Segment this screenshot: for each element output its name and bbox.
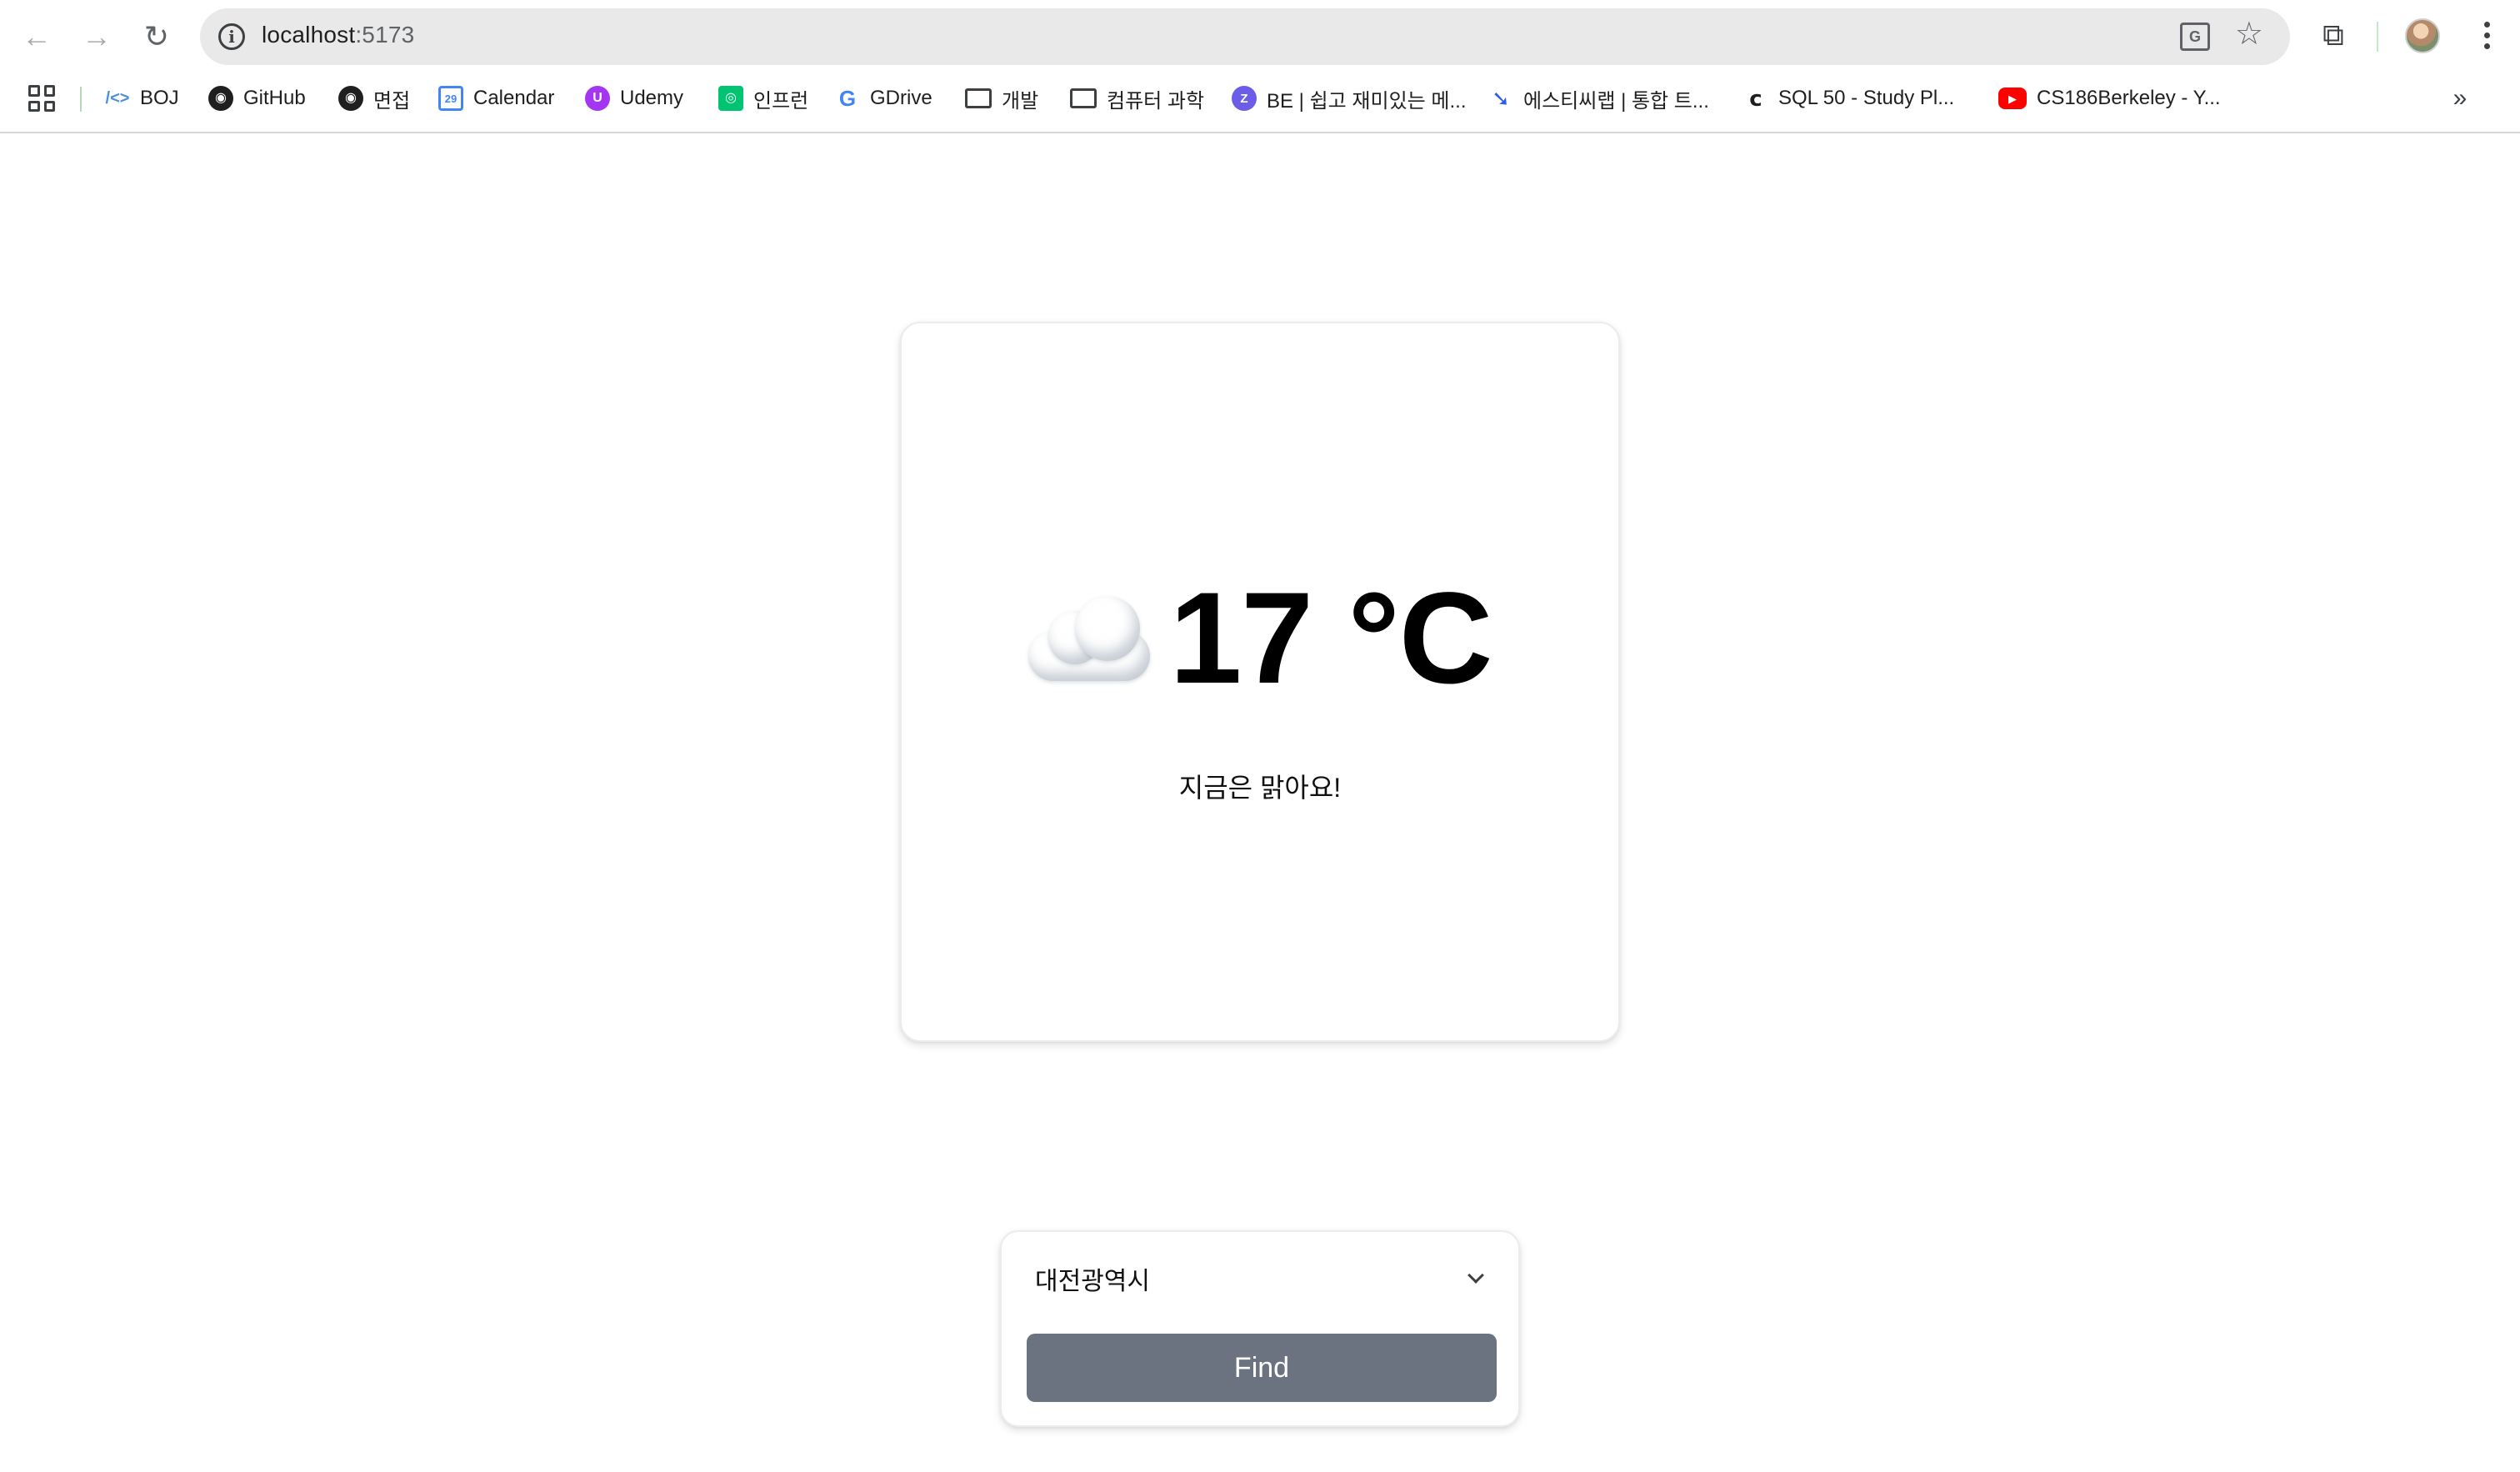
bookmark-label: Udemy: [620, 87, 684, 109]
site-info-icon[interactable]: i: [218, 23, 245, 50]
forward-button[interactable]: →: [77, 17, 117, 57]
url-host: localhost: [262, 22, 356, 48]
bookmark-label: BOJ: [140, 87, 179, 109]
bookmark-inflearn[interactable]: ◎ 인프런: [718, 82, 808, 115]
be-icon: Z: [1232, 86, 1257, 111]
browser-chrome: ← → ↻ i localhost:5173 G ☆ ⧉ /<> BOJ ◉ G…: [0, 0, 2520, 133]
cloud-icon: [1028, 593, 1150, 684]
udemy-icon: U: [585, 86, 610, 111]
bookmark-cs186[interactable]: ▶ CS186Berkeley - Y...: [1998, 82, 2221, 115]
bookmark-boj[interactable]: /<> BOJ: [105, 82, 179, 115]
back-button[interactable]: ←: [17, 17, 57, 57]
translate-icon[interactable]: G: [2180, 23, 2210, 51]
search-panel: 대전광역시 Find: [1000, 1230, 1520, 1427]
bookmark-label: GDrive: [870, 87, 932, 109]
temperature: 17 °C: [1169, 566, 1493, 711]
weather-card: 17 °C 지금은 맑아요!: [900, 322, 1620, 1042]
bookmark-label: BE | 쉽고 재미있는 메...: [1267, 89, 1467, 113]
bookmark-github[interactable]: ◉ GitHub: [208, 82, 306, 115]
bookmark-calendar[interactable]: 29 Calendar: [438, 82, 554, 115]
url-text[interactable]: localhost:5173: [262, 22, 414, 48]
selected-city: 대전광역시: [1035, 1268, 1150, 1295]
bookmark-interview[interactable]: ◉ 면접: [338, 82, 410, 115]
bookmark-label: GitHub: [243, 87, 306, 109]
extensions-icon[interactable]: ⧉: [2315, 17, 2352, 53]
leetcode-icon: ⅽ: [1749, 86, 1762, 111]
stclab-icon: ➘: [1492, 86, 1510, 111]
youtube-icon: ▶: [1998, 88, 2027, 109]
address-bar[interactable]: i localhost:5173 G ☆: [200, 8, 2290, 65]
folder-icon: [965, 88, 992, 108]
bookmark-label: 인프런: [753, 89, 809, 113]
bookmark-label: SQL 50 - Study Pl...: [1778, 87, 1955, 109]
github-icon: ◉: [338, 86, 363, 111]
bookmark-label: 컴퓨터 과학: [1107, 89, 1205, 113]
city-select[interactable]: 대전광역시: [1027, 1249, 1497, 1309]
calendar-icon: 29: [438, 86, 463, 111]
profile-avatar[interactable]: [2405, 18, 2440, 53]
bookmarks-divider: [80, 87, 82, 112]
browser-menu-icon[interactable]: [2470, 15, 2503, 55]
bookmark-label: Calendar: [473, 87, 555, 109]
weather-summary: 17 °C: [902, 573, 1618, 703]
google-icon: G: [838, 86, 857, 111]
bookmark-udemy[interactable]: U Udemy: [585, 82, 683, 115]
bookmark-gdrive[interactable]: G GDrive: [835, 82, 932, 115]
chevron-down-icon: [1468, 1267, 1484, 1284]
bookmark-be[interactable]: Z BE | 쉽고 재미있는 메...: [1232, 82, 1467, 115]
toolbar-divider: [2377, 22, 2378, 52]
bookmark-label: 에스티씨랩 | 통합 트...: [1523, 89, 1709, 113]
bookmark-star-icon[interactable]: ☆: [2235, 18, 2263, 50]
reload-button[interactable]: ↻: [137, 17, 177, 57]
url-port: :5173: [355, 22, 415, 48]
find-button[interactable]: Find: [1027, 1334, 1497, 1402]
bookmark-stclab[interactable]: ➘ 에스티씨랩 | 통합 트...: [1488, 82, 1709, 115]
bookmark-label: 면접: [373, 89, 411, 113]
bookmark-folder-dev[interactable]: 개발: [965, 82, 1038, 115]
more-bookmarks-icon[interactable]: »: [2443, 82, 2477, 115]
bookmark-label: CS186Berkeley - Y...: [2037, 87, 2221, 109]
folder-icon: [1070, 88, 1097, 108]
bookmarks-bar: /<> BOJ ◉ GitHub ◉ 면접 29 Calendar U Udem…: [0, 77, 2520, 120]
apps-grid-icon[interactable]: [28, 85, 55, 112]
bookmark-folder-cs[interactable]: 컴퓨터 과학: [1070, 82, 1204, 115]
inflearn-icon: ◎: [718, 86, 743, 111]
github-icon: ◉: [208, 86, 233, 111]
bookmark-label: 개발: [1002, 89, 1039, 113]
code-icon: /<>: [105, 89, 130, 108]
weather-status: 지금은 맑아요!: [1178, 773, 1342, 803]
bookmark-sql50[interactable]: ⅽ SQL 50 - Study Pl...: [1743, 82, 1954, 115]
